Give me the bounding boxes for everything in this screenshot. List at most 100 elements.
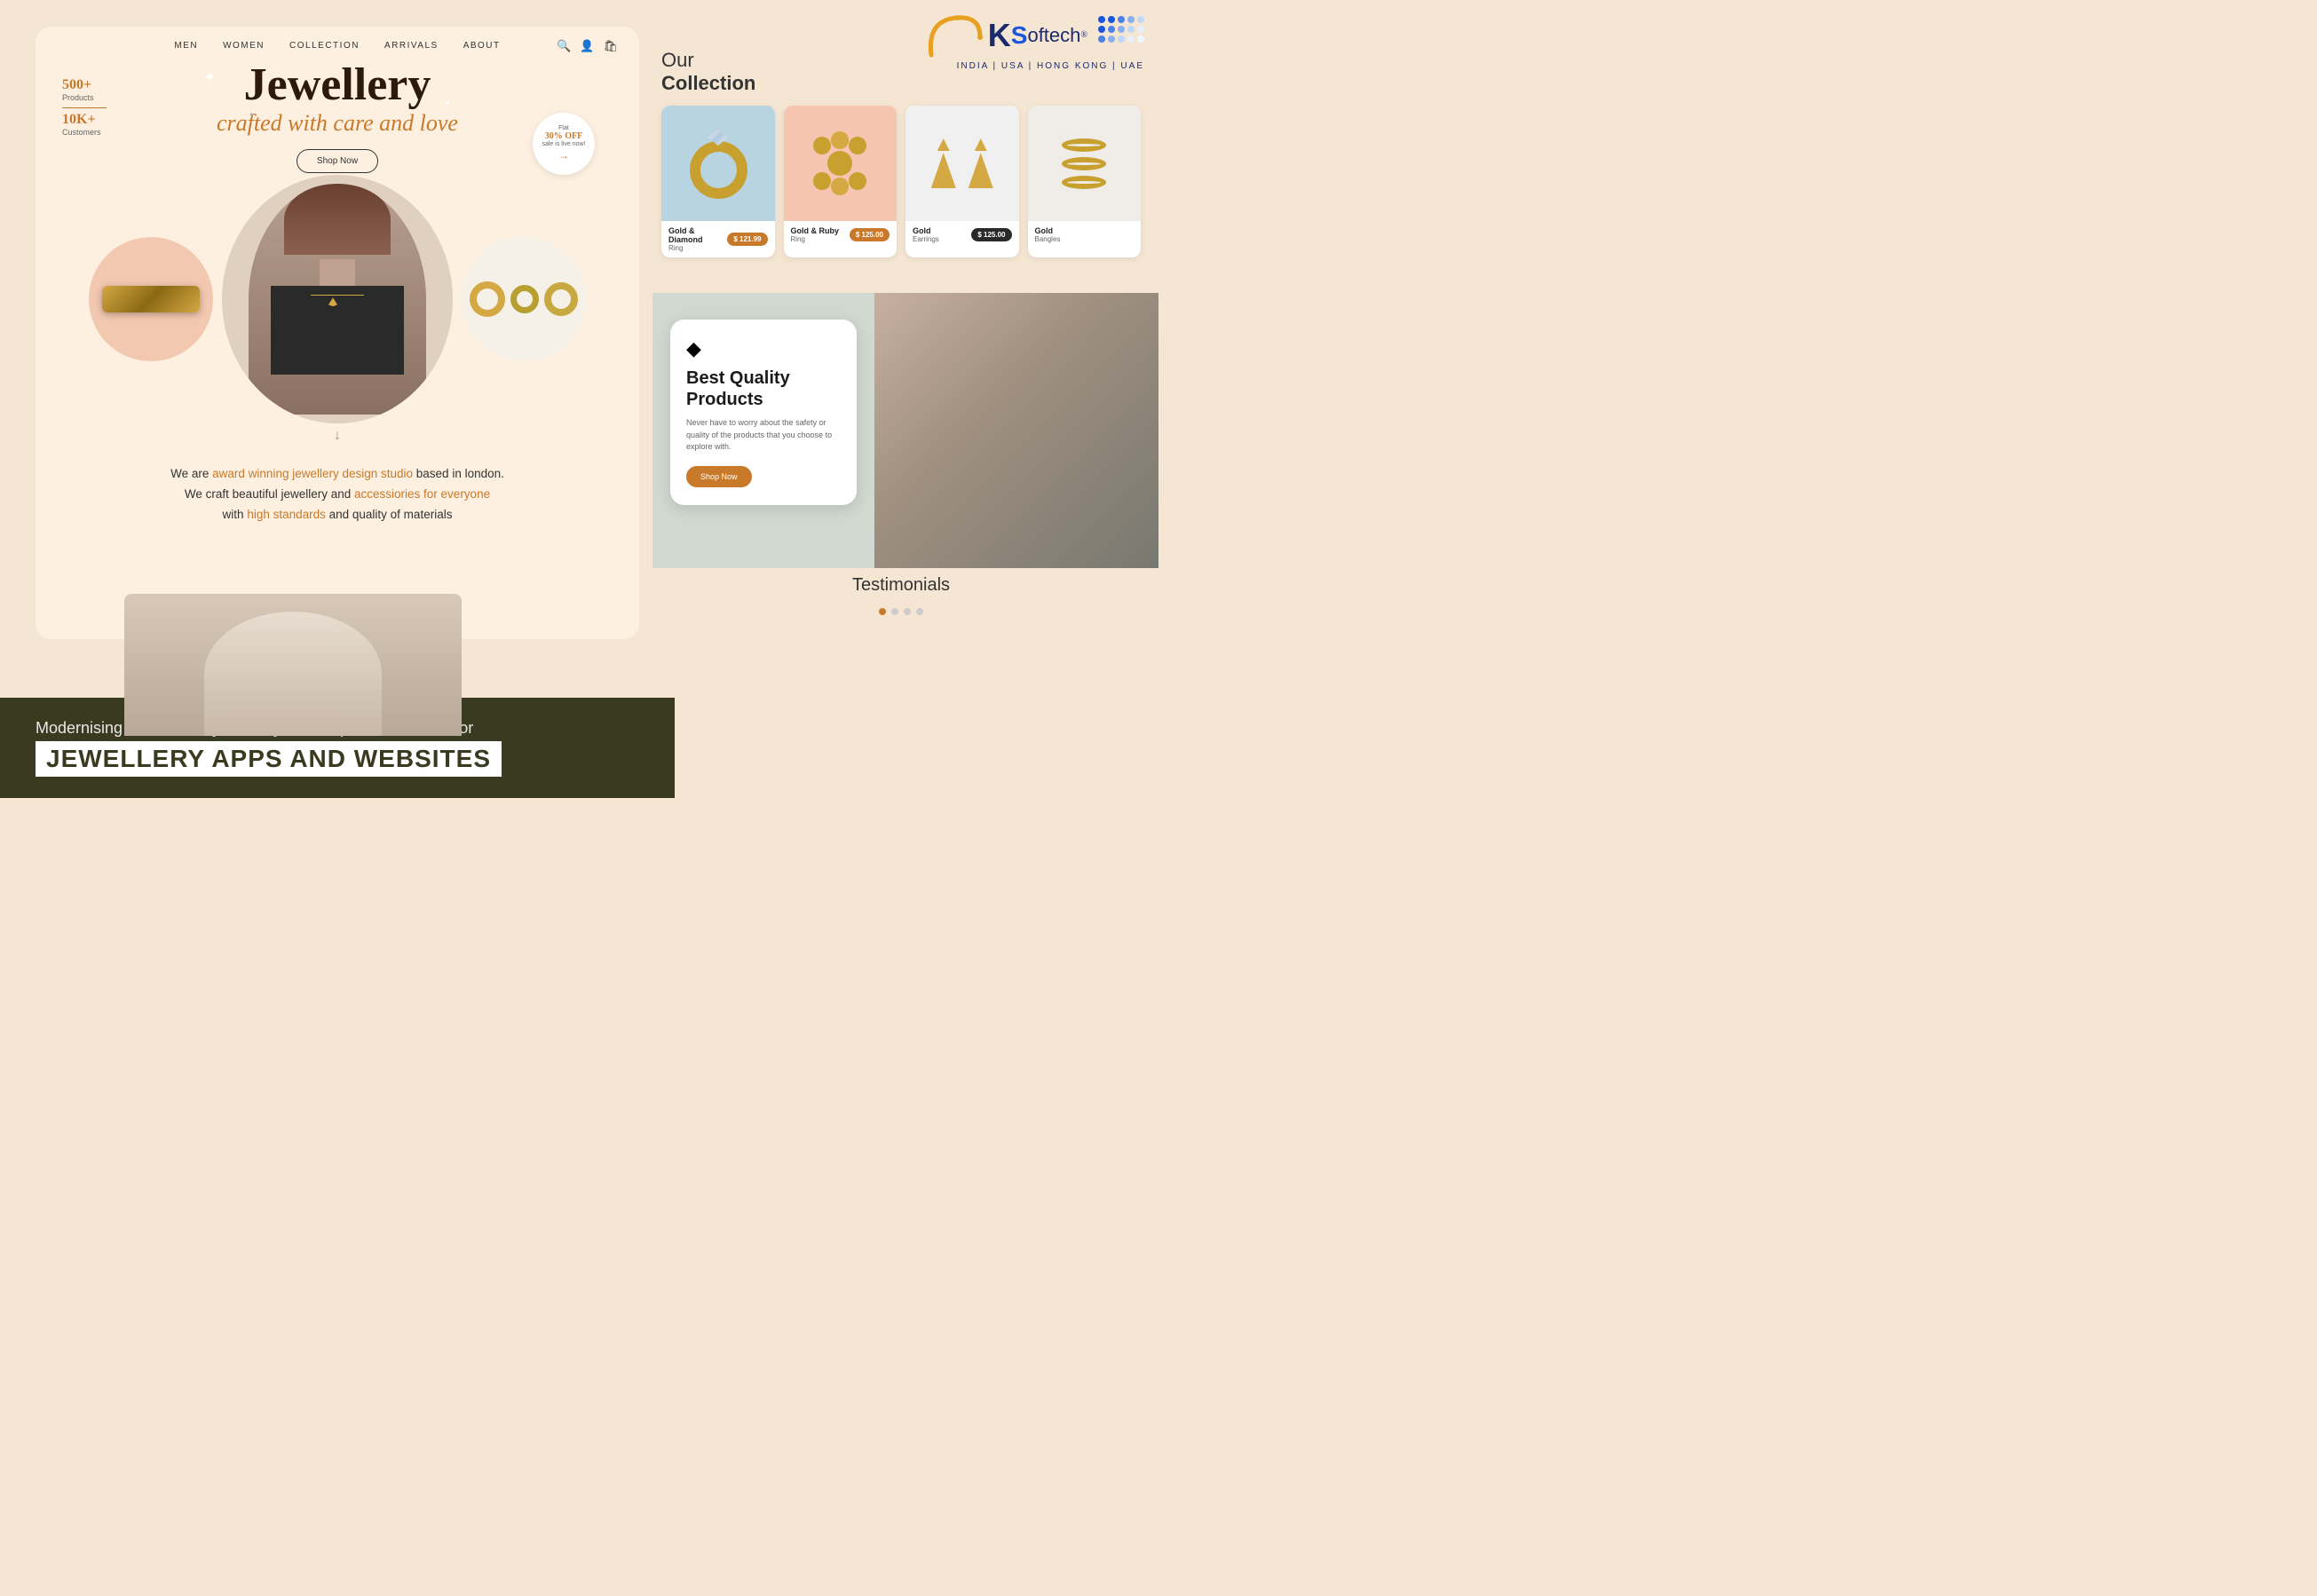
collection-section: Our Collection Gold & Diamond Ring <box>661 49 1141 257</box>
card-text-3: Gold Earrings <box>913 226 939 243</box>
earring-dangle-r <box>969 153 993 188</box>
card-price-3[interactable]: $ 125.00 <box>971 228 1011 241</box>
card-gold-earrings[interactable]: Gold Earrings $ 125.00 <box>905 106 1019 257</box>
nav-arrivals[interactable]: ARRIVALS <box>384 41 439 51</box>
model-visual <box>249 184 426 415</box>
dot <box>1127 36 1135 43</box>
model-circle <box>222 175 453 423</box>
nav-men[interactable]: MEN <box>174 41 198 51</box>
card-type-1: Ring <box>668 244 727 252</box>
card-gold-diamond-ring[interactable]: Gold & Diamond Ring $ 121.99 <box>661 106 775 257</box>
dot <box>1118 36 1125 43</box>
right-panel: K S oftech ® <box>652 0 1158 798</box>
desc-line1-highlight: award winning jewellery design studio <box>212 467 413 480</box>
dot <box>1127 26 1135 33</box>
petal-tr <box>849 137 866 154</box>
earring-top-r <box>975 138 987 151</box>
bangle-3 <box>1062 176 1106 189</box>
ks-registered-icon: ® <box>1080 30 1087 40</box>
card-gold-bangles[interactable]: Gold Bangles <box>1028 106 1142 257</box>
testimonials-title: Testimonials <box>661 575 1141 596</box>
petal-tl <box>813 137 831 154</box>
dot <box>1137 16 1144 23</box>
hair-visual <box>284 184 391 255</box>
ring-visual-2 <box>510 285 539 313</box>
bracelet-visual <box>102 286 200 312</box>
rings-circle <box>462 237 586 361</box>
card-info-1: Gold & Diamond Ring $ 121.99 <box>661 221 775 257</box>
card-gold-ruby-ring[interactable]: Gold & Ruby Ring $ 125.00 <box>784 106 898 257</box>
sparkle-icon-3: ✦ <box>249 111 255 119</box>
left-panel: MEN WOMEN COLLECTION ARRIVALS ABOUT 🔍 👤 … <box>36 27 639 639</box>
sparkle-icon-1: ✦ <box>204 68 216 86</box>
search-icon[interactable]: 🔍 <box>557 39 571 53</box>
card-name-3: Gold <box>913 226 939 235</box>
shop-now-button[interactable]: Shop Now <box>297 149 378 173</box>
card-image-bangles <box>1028 106 1142 221</box>
banner-title: JEWELLERY APPS AND WEBSITES <box>36 741 502 777</box>
ks-oftech-text: oftech <box>1027 24 1080 47</box>
navigation: MEN WOMEN COLLECTION ARRIVALS ABOUT 🔍 👤 … <box>36 27 639 59</box>
card-type-2: Ring <box>791 235 840 243</box>
card-price-2[interactable]: $ 125.00 <box>850 228 890 241</box>
petal-br <box>849 172 866 190</box>
diamond-ring-visual <box>683 128 754 199</box>
ring-visual-3 <box>544 282 578 316</box>
testimonial-dot-4[interactable] <box>916 608 923 615</box>
testimonial-dot-3[interactable] <box>904 608 911 615</box>
card-image-ring1 <box>661 106 775 221</box>
card-name-1: Gold & Diamond <box>668 226 727 244</box>
testimonial-dot-2[interactable] <box>891 608 898 615</box>
desc-line1-start: We are <box>170 467 212 480</box>
earring-right <box>969 138 993 188</box>
card-info-4: Gold Bangles <box>1028 221 1142 249</box>
nav-collection[interactable]: COLLECTION <box>289 41 360 51</box>
card-info-3: Gold Earrings $ 125.00 <box>905 221 1019 249</box>
dot <box>1108 16 1115 23</box>
desc-line1-end: based in london. <box>413 467 504 480</box>
desc-line3-end: and quality of materials <box>326 508 453 521</box>
collection-cards: Gold & Diamond Ring $ 121.99 <box>661 106 1141 257</box>
card-price-1[interactable]: $ 121.99 <box>727 233 767 246</box>
card-name-2: Gold & Ruby <box>791 226 840 235</box>
dot <box>1108 36 1115 43</box>
pendant-visual <box>328 297 337 306</box>
petal-top <box>831 131 849 149</box>
dot <box>1137 36 1144 43</box>
card-name-4: Gold <box>1035 226 1061 235</box>
ring-visual-1 <box>470 281 505 317</box>
bangle-visual <box>1062 106 1106 221</box>
stats-left: 500+ Products 10K+ Customers <box>62 77 107 137</box>
earring-left <box>931 138 956 188</box>
rings-visual <box>470 281 578 317</box>
petal-bl <box>813 172 831 190</box>
desc-line3-highlight: high standards <box>247 508 326 521</box>
description-text: We are award winning jewellery design st… <box>36 448 639 525</box>
nav-women[interactable]: WOMEN <box>223 41 265 51</box>
user-icon[interactable]: 👤 <box>580 39 594 53</box>
necklace-chain <box>311 295 364 296</box>
testimonial-dot-1[interactable] <box>879 608 886 615</box>
top-visual <box>271 286 404 375</box>
collection-title-strong: Collection <box>661 72 1141 95</box>
ks-s-letter: S <box>1011 21 1028 50</box>
hero-title: Jewellery <box>53 59 621 110</box>
card-type-3: Earrings <box>913 235 939 243</box>
stat-customers-label: Customers <box>62 128 107 137</box>
petal-bot <box>831 178 849 195</box>
sale-flat: Flat <box>558 125 569 131</box>
quality-section: ◆ Best Quality Products Never have to wo… <box>652 293 1158 568</box>
quality-bg-person <box>874 293 1158 568</box>
quality-shop-now-button[interactable]: Shop Now <box>686 466 752 487</box>
down-arrow-icon: ↓ <box>36 428 639 444</box>
card-text-4: Gold Bangles <box>1035 226 1061 243</box>
earring-dangle-l <box>931 153 956 188</box>
bangle-2 <box>1062 157 1106 170</box>
nav-about[interactable]: ABOUT <box>463 41 501 51</box>
card-text-1: Gold & Diamond Ring <box>668 226 727 252</box>
earring-visual <box>931 138 993 188</box>
card-image-ring2 <box>784 106 898 221</box>
cart-icon[interactable]: 🛍 <box>603 39 618 53</box>
ring-band-1 <box>690 141 747 199</box>
sparkle-icon-2: ✦ <box>444 99 451 109</box>
